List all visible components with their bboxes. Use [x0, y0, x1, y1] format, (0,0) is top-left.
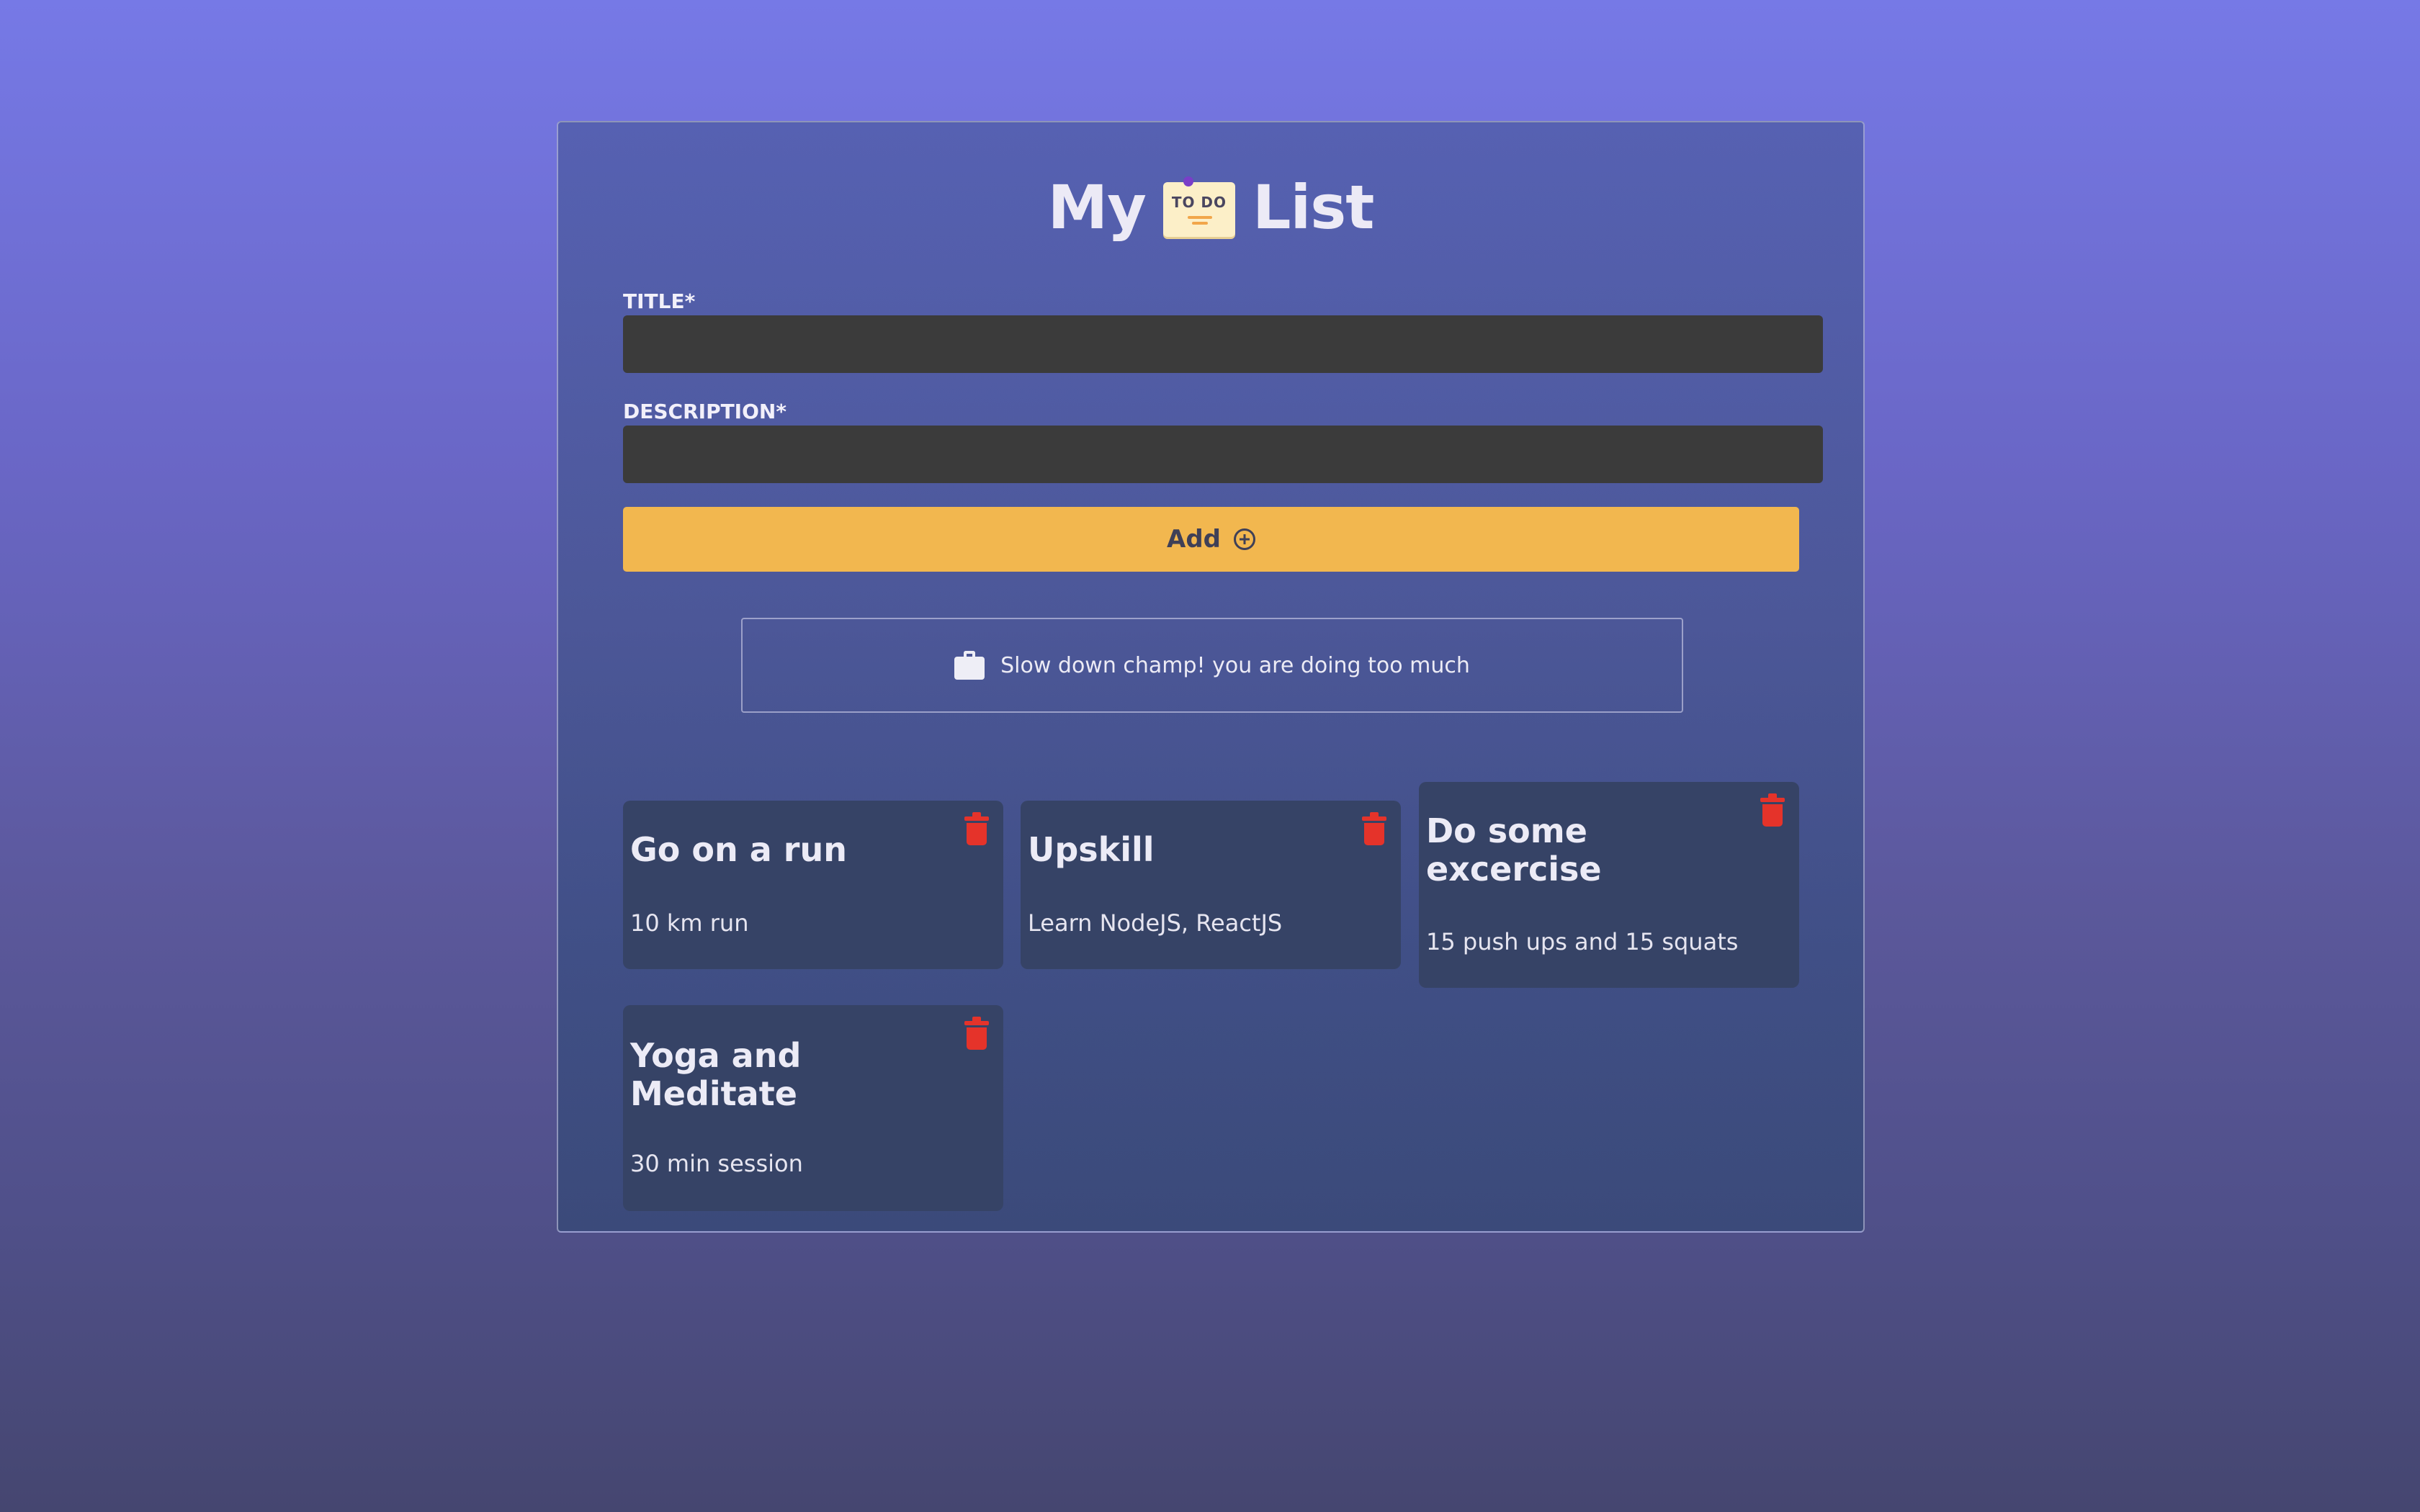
todo-title: Do some excercise: [1426, 811, 1602, 888]
add-button[interactable]: Add: [623, 507, 1799, 572]
warning-notice: Slow down champ! you are doing too much: [741, 618, 1683, 713]
trash-icon[interactable]: [964, 812, 989, 845]
todo-card: Do some excercise 15 push ups and 15 squ…: [1419, 782, 1799, 988]
page-title: My TO DO List: [558, 157, 1863, 258]
todo-title: Yoga and Meditate: [630, 1036, 802, 1113]
todo-card: Yoga and Meditate 30 min session: [623, 1005, 1003, 1211]
todo-panel: My TO DO List TITLE* DESCRIPTION* Add Sl…: [557, 121, 1865, 1233]
title-suffix: List: [1252, 172, 1374, 243]
title-input[interactable]: [623, 315, 1823, 373]
description-label: DESCRIPTION*: [623, 400, 786, 423]
briefcase-icon: [954, 651, 985, 680]
todo-card: Upskill Learn NodeJS, ReactJS: [1021, 801, 1401, 969]
add-button-label: Add: [1167, 525, 1221, 554]
todo-title: Upskill: [1028, 830, 1155, 869]
title-label: TITLE*: [623, 289, 696, 313]
todo-note-text: TO DO: [1171, 194, 1227, 211]
todo-title: Go on a run: [630, 830, 847, 869]
todo-card: Go on a run 10 km run: [623, 801, 1003, 969]
description-input[interactable]: [623, 426, 1823, 483]
todo-description: 15 push ups and 15 squats: [1426, 928, 1739, 955]
todo-note-icon: TO DO: [1162, 176, 1235, 238]
notice-message: Slow down champ! you are doing too much: [1000, 652, 1470, 678]
todo-description: 30 min session: [630, 1150, 803, 1177]
todo-description: Learn NodeJS, ReactJS: [1028, 909, 1283, 937]
trash-icon[interactable]: [964, 1017, 989, 1050]
title-prefix: My: [1047, 172, 1147, 243]
trash-icon[interactable]: [1760, 793, 1785, 827]
todo-description: 10 km run: [630, 909, 749, 937]
plus-circle-icon: [1234, 528, 1255, 550]
trash-icon[interactable]: [1362, 812, 1386, 845]
